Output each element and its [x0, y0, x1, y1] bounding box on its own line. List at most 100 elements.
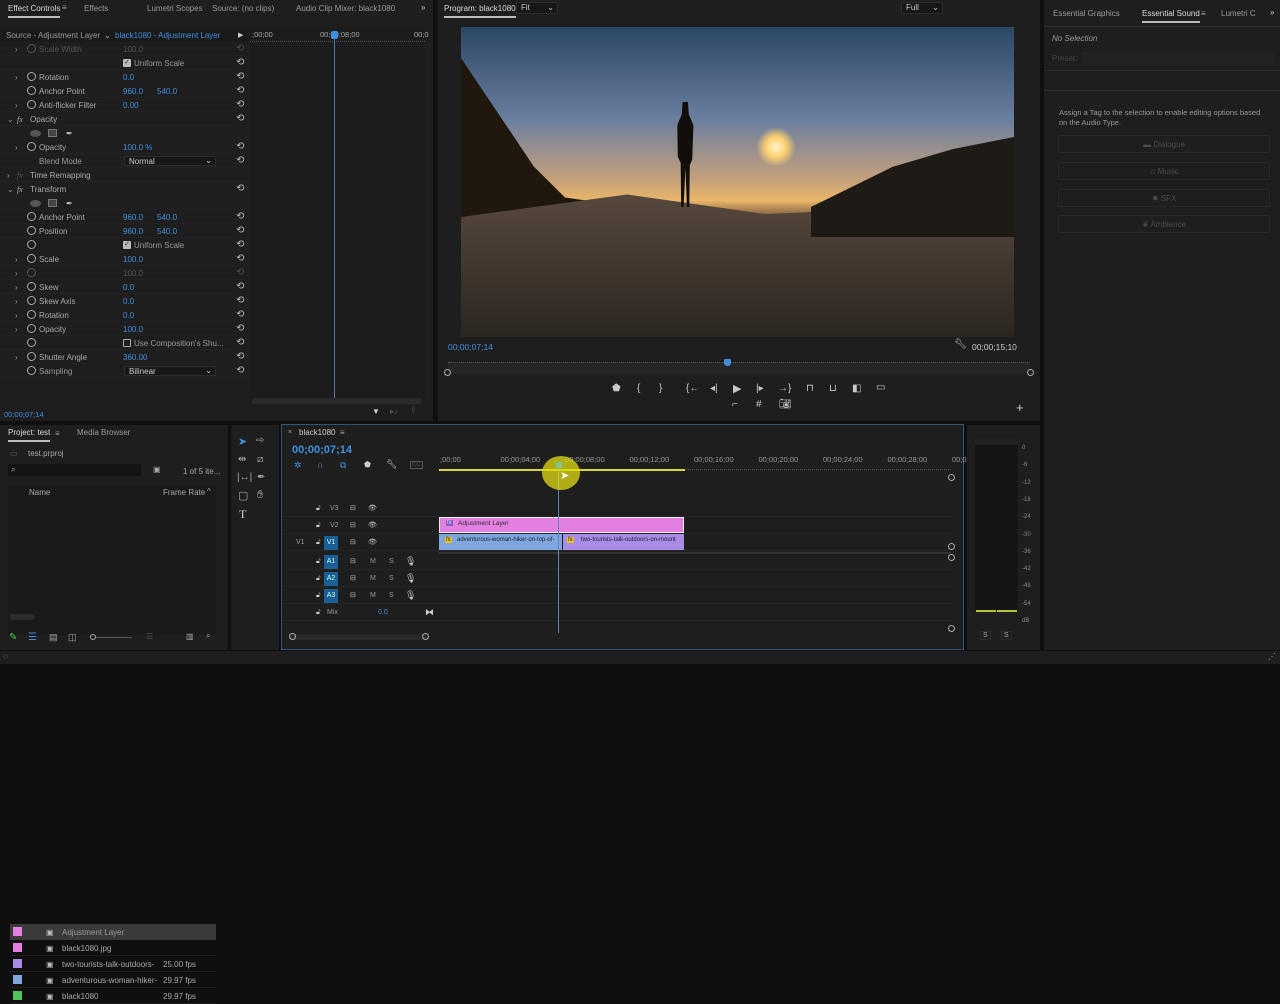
track-target-a3[interactable]: A3 — [324, 589, 338, 603]
new-bin-icon[interactable]: ▣ — [153, 465, 161, 474]
track-target-v3[interactable]: V3 — [330, 505, 339, 512]
expand-chevron-icon[interactable]: › — [15, 255, 18, 264]
checkbox[interactable]: ✓ — [123, 241, 131, 249]
property-value[interactable]: 100.0 — [123, 45, 143, 54]
sequence-tab[interactable]: black1080 — [299, 428, 335, 437]
tab-essential-graphics[interactable]: Essential Graphics — [1053, 9, 1120, 18]
track-select-tool[interactable]: ⇨ — [256, 435, 264, 446]
stopwatch-icon[interactable] — [27, 338, 36, 347]
video-scroll-handle[interactable] — [948, 543, 955, 550]
reset-icon[interactable]: ⟲ — [236, 323, 244, 334]
eye-icon[interactable]: 👁︎ — [368, 521, 377, 529]
expand-chevron-icon[interactable]: › — [15, 311, 18, 320]
stopwatch-icon[interactable] — [27, 72, 36, 81]
dialogue-button[interactable]: ▬ Dialogue — [1058, 135, 1270, 153]
lock-icon[interactable]: 🔓︎ — [316, 505, 321, 513]
freeform-view-icon[interactable]: ◫ — [68, 632, 77, 643]
resolution-select[interactable]: Full ⌄ — [901, 2, 943, 14]
zoom-select[interactable]: Fit ⌄ — [516, 2, 558, 14]
pen-mask-icon[interactable]: ✒ — [66, 199, 73, 208]
program-title[interactable]: Program: black1080 — [444, 4, 516, 18]
zoom-slider[interactable] — [90, 634, 132, 640]
step-forward-button[interactable]: |▸ — [756, 383, 764, 394]
add-marker-icon[interactable]: ⬟ — [364, 460, 371, 469]
project-item[interactable]: ▣ black1080.jpg — [10, 940, 216, 956]
mark-out-button[interactable]: } — [659, 383, 662, 394]
sync-lock-icon[interactable]: ⊟ — [350, 538, 356, 546]
export-icon[interactable]: ⇪ — [410, 406, 417, 415]
nest-icon[interactable]: ✲ — [294, 460, 302, 471]
music-button[interactable]: ♫ Music — [1058, 162, 1270, 180]
menu-icon[interactable]: ≡ — [1201, 9, 1206, 18]
button-editor-icon[interactable]: + — [1016, 400, 1024, 415]
settings-wrench-icon[interactable]: 🔧︎ — [386, 459, 397, 470]
source-patch[interactable]: V1 — [296, 539, 305, 546]
audio-scroll-handle[interactable] — [948, 625, 955, 632]
expand-chevron-icon[interactable]: › — [15, 143, 18, 152]
panel-overflow-icon[interactable]: » — [421, 3, 425, 12]
captions-icon[interactable]: CC — [410, 461, 423, 469]
reset-icon[interactable]: ⟲ — [236, 253, 244, 264]
expand-chevron-icon[interactable]: › — [15, 73, 18, 82]
menu-icon[interactable]: ≡ — [62, 3, 67, 12]
timeline-timecode[interactable]: 00;00;07;14 — [292, 444, 352, 456]
collapse-chevron-icon[interactable]: ⌄ — [7, 185, 14, 194]
reset-icon[interactable]: ⟲ — [236, 99, 244, 110]
razor-tool[interactable]: ⧄ — [257, 454, 263, 465]
ellipse-mask-icon[interactable] — [30, 130, 41, 137]
track-target-v1[interactable]: V1 — [324, 536, 338, 550]
lock-icon[interactable]: 🔓︎ — [316, 575, 321, 583]
lock-icon[interactable]: 🔓︎ — [316, 592, 321, 600]
expand-chevron-icon[interactable]: › — [15, 45, 18, 54]
stopwatch-icon[interactable] — [27, 100, 36, 109]
list-view-icon[interactable]: ☰ — [28, 632, 37, 643]
expand-chevron-icon[interactable]: › — [15, 353, 18, 362]
tab-media-browser[interactable]: Media Browser — [77, 428, 130, 437]
property-value-y[interactable]: 540.0 — [157, 213, 177, 222]
expand-chevron-icon[interactable]: › — [15, 325, 18, 334]
tab-project[interactable]: Project: test — [8, 428, 51, 442]
lock-icon[interactable]: 🔓︎ — [316, 558, 321, 566]
checkbox[interactable] — [123, 339, 131, 347]
search-input[interactable]: ⌕ — [8, 464, 141, 476]
property-dropdown[interactable]: Bilinear ⌄ — [124, 366, 216, 376]
reset-icon[interactable]: ⟲ — [236, 267, 244, 278]
column-frame-rate[interactable]: Frame Rate — [163, 488, 205, 497]
property-value[interactable]: 100.0 % — [123, 143, 152, 152]
track-target-a2[interactable]: A2 — [324, 572, 338, 586]
reset-icon[interactable]: ⟲ — [236, 239, 244, 250]
timeline-zoom-scrollbar[interactable] — [289, 633, 429, 640]
tab-effect-controls[interactable]: Effect Controls — [8, 4, 61, 18]
property-value-y[interactable]: 540.0 — [157, 87, 177, 96]
stopwatch-icon[interactable] — [27, 212, 36, 221]
lock-icon[interactable]: 🔓︎ — [316, 539, 321, 547]
timeline-playhead[interactable] — [556, 462, 562, 468]
project-item[interactable]: ▣ black1080 29.97 fps — [10, 988, 216, 1004]
microphone-icon[interactable]: 🎙︎ — [405, 590, 416, 601]
play-icon[interactable]: ▶ — [238, 31, 243, 39]
solo-button[interactable]: S — [389, 575, 394, 582]
property-value[interactable]: 100.0 — [123, 255, 143, 264]
column-name[interactable]: Name — [29, 488, 50, 497]
ellipse-mask-icon[interactable] — [30, 200, 41, 207]
icon-view-icon[interactable]: ▤ — [49, 632, 58, 643]
pencil-icon[interactable]: ✎ — [9, 632, 17, 643]
reset-icon[interactable]: ⟲ — [236, 211, 244, 222]
go-to-out-button[interactable]: →} — [778, 383, 791, 394]
reset-icon[interactable]: ⟲ — [236, 183, 244, 194]
sort-icon[interactable]: ☰ — [146, 632, 153, 641]
track-target-a1[interactable]: A1 — [324, 555, 338, 569]
stopwatch-icon[interactable] — [27, 352, 36, 361]
label-color-swatch[interactable] — [13, 975, 22, 984]
stopwatch-icon[interactable] — [27, 268, 36, 277]
rectangle-mask-icon[interactable] — [48, 199, 57, 207]
sync-lock-icon[interactable]: ⊟ — [350, 521, 356, 529]
collapse-chevron-icon[interactable]: ⌄ — [7, 115, 14, 124]
menu-icon[interactable]: ≡ — [340, 428, 345, 437]
solo-button[interactable]: S — [389, 558, 394, 565]
go-to-in-button[interactable]: {← — [686, 383, 699, 394]
mini-scrollbar[interactable] — [252, 398, 422, 404]
tab-lumetri-scopes[interactable]: Lumetri Scopes — [147, 4, 203, 13]
reset-icon[interactable]: ⟲ — [236, 57, 244, 68]
property-value[interactable]: 960.0 — [123, 87, 143, 96]
